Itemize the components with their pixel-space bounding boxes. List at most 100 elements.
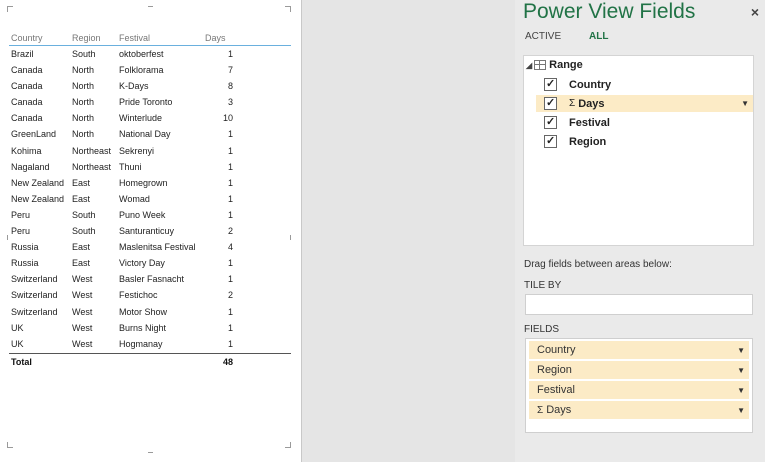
table-row[interactable]: Canada North Folklorama 7 bbox=[9, 62, 291, 78]
table-row[interactable]: Nagaland Northeast Thuni 1 bbox=[9, 159, 291, 175]
total-value: 48 bbox=[222, 356, 233, 367]
fields-drop-area[interactable]: Country ▼ Region ▼ Festival ▼ Σ Days ▼ bbox=[525, 338, 753, 433]
fields-label: FIELDS bbox=[524, 324, 560, 335]
cell-festival: Hogmanay bbox=[119, 338, 163, 349]
cell-country: UK bbox=[11, 338, 24, 349]
crop-handle-bottom[interactable] bbox=[148, 447, 153, 453]
crop-handle-top[interactable] bbox=[148, 6, 153, 12]
well-item-days[interactable]: Σ Days ▼ bbox=[529, 401, 749, 419]
field-label: Days bbox=[578, 97, 605, 110]
table-row[interactable]: Canada North Winterlude 10 bbox=[9, 110, 291, 126]
field-country[interactable]: Country bbox=[536, 76, 753, 93]
table-row[interactable]: Kohima Northeast Sekrenyi 1 bbox=[9, 143, 291, 159]
cell-country: New Zealand bbox=[11, 177, 65, 188]
cell-country: Peru bbox=[11, 226, 31, 237]
table-row[interactable]: GreenLand North National Day 1 bbox=[9, 126, 291, 142]
cell-country: Switzerland bbox=[11, 290, 58, 301]
tab-active[interactable]: ACTIVE bbox=[525, 31, 561, 42]
cell-days: 1 bbox=[227, 258, 233, 269]
cell-region: East bbox=[72, 193, 91, 204]
crop-handle-bottom-left[interactable] bbox=[7, 442, 13, 448]
field-checkbox[interactable] bbox=[544, 134, 557, 148]
cell-days: 1 bbox=[227, 306, 233, 317]
tile-by-drop-area[interactable] bbox=[525, 294, 753, 315]
cell-region: Northeast bbox=[72, 161, 112, 172]
cell-region: North bbox=[72, 97, 95, 108]
column-header-festival[interactable]: Festival bbox=[119, 30, 150, 47]
column-header-country[interactable]: Country bbox=[11, 30, 43, 47]
crop-handle-left[interactable] bbox=[7, 235, 8, 240]
dropdown-arrow-icon[interactable]: ▼ bbox=[737, 386, 745, 395]
well-item-region[interactable]: Region ▼ bbox=[529, 361, 749, 379]
dropdown-arrow-icon[interactable]: ▼ bbox=[737, 406, 745, 415]
well-item-label: Country bbox=[537, 344, 576, 356]
table-total-row: Total 48 bbox=[9, 352, 291, 369]
cell-days: 1 bbox=[227, 177, 233, 188]
table-row[interactable]: Brazil South oktoberfest 1 bbox=[9, 46, 291, 62]
dropdown-arrow-icon[interactable]: ▼ bbox=[741, 99, 749, 108]
column-header-days[interactable]: Days bbox=[205, 30, 249, 47]
festival-table[interactable]: Country Region Festival Days Brazil South… bbox=[9, 30, 291, 369]
table-row[interactable]: UK West Burns Night 1 bbox=[9, 320, 291, 336]
cell-region: Northeast bbox=[72, 145, 112, 156]
table-row[interactable]: UK West Hogmanay 1 bbox=[9, 336, 291, 352]
cell-festival: Festichoc bbox=[119, 290, 158, 301]
table-row[interactable]: Russia East Maslenitsa Festival 4 bbox=[9, 239, 291, 255]
cell-festival: Burns Night bbox=[119, 322, 167, 333]
field-checkbox[interactable] bbox=[544, 115, 557, 129]
table-row[interactable]: Canada North K-Days 8 bbox=[9, 78, 291, 94]
table-node-range[interactable]: ◢ Range bbox=[526, 57, 583, 73]
dropdown-arrow-icon[interactable]: ▼ bbox=[737, 366, 745, 375]
crop-handle-top-left[interactable] bbox=[7, 6, 13, 12]
cell-region: West bbox=[72, 322, 93, 333]
field-checkbox[interactable] bbox=[544, 77, 557, 91]
cell-days: 2 bbox=[227, 226, 233, 237]
cell-region: West bbox=[72, 338, 93, 349]
field-list: ◢ Range Country ΣDays ▼ Festival Region bbox=[523, 55, 754, 246]
cell-days: 7 bbox=[227, 65, 233, 76]
table-row[interactable]: Switzerland West Motor Show 1 bbox=[9, 304, 291, 320]
cell-festival: Basler Fasnacht bbox=[119, 274, 185, 285]
crop-handle-bottom-right[interactable] bbox=[285, 442, 291, 448]
cell-festival: Womad bbox=[119, 193, 150, 204]
table-row[interactable]: Russia East Victory Day 1 bbox=[9, 255, 291, 271]
dropdown-arrow-icon[interactable]: ▼ bbox=[737, 346, 745, 355]
table-body: Brazil South oktoberfest 1 Canada North Folklo… bbox=[9, 46, 291, 352]
cell-region: North bbox=[72, 81, 95, 92]
cell-days: 2 bbox=[227, 290, 233, 301]
field-label: Country bbox=[569, 78, 612, 91]
cell-festival: National Day bbox=[119, 129, 171, 140]
field-checkbox[interactable] bbox=[544, 96, 557, 110]
table-row[interactable]: Canada North Pride Toronto 3 bbox=[9, 94, 291, 110]
table-row[interactable]: Switzerland West Basler Fasnacht 1 bbox=[9, 271, 291, 287]
cell-festival: Santuranticuy bbox=[119, 226, 175, 237]
drag-hint: Drag fields between areas below: bbox=[524, 259, 672, 270]
table-row[interactable]: Peru South Puno Week 1 bbox=[9, 207, 291, 223]
field-days[interactable]: ΣDays ▼ bbox=[536, 95, 753, 112]
cell-region: North bbox=[72, 113, 95, 124]
table-name: Range bbox=[549, 59, 583, 71]
field-region[interactable]: Region bbox=[536, 133, 753, 150]
crop-handle-top-right[interactable] bbox=[285, 6, 291, 12]
field-festival[interactable]: Festival bbox=[536, 114, 753, 131]
cell-country: Switzerland bbox=[11, 274, 58, 285]
cell-days: 1 bbox=[227, 338, 233, 349]
table-icon bbox=[534, 60, 547, 70]
well-item-festival[interactable]: Festival ▼ bbox=[529, 381, 749, 399]
power-view-fields-pane: Power View Fields × ACTIVE ALL ◢ Range C… bbox=[515, 0, 765, 462]
table-row[interactable]: Peru South Santuranticuy 2 bbox=[9, 223, 291, 239]
cell-days: 1 bbox=[227, 161, 233, 172]
cell-days: 1 bbox=[227, 193, 233, 204]
collapse-triangle-icon[interactable]: ◢ bbox=[526, 61, 532, 70]
pane-title: Power View Fields bbox=[523, 0, 696, 23]
tile-by-label: TILE BY bbox=[524, 280, 562, 291]
column-header-region[interactable]: Region bbox=[72, 30, 101, 47]
well-item-country[interactable]: Country ▼ bbox=[529, 341, 749, 359]
cell-region: North bbox=[72, 129, 95, 140]
close-icon[interactable]: × bbox=[751, 4, 759, 20]
table-row[interactable]: New Zealand East Homegrown 1 bbox=[9, 175, 291, 191]
cell-region: West bbox=[72, 274, 93, 285]
tab-all[interactable]: ALL bbox=[589, 31, 608, 42]
table-row[interactable]: New Zealand East Womad 1 bbox=[9, 191, 291, 207]
table-row[interactable]: Switzerland West Festichoc 2 bbox=[9, 287, 291, 303]
